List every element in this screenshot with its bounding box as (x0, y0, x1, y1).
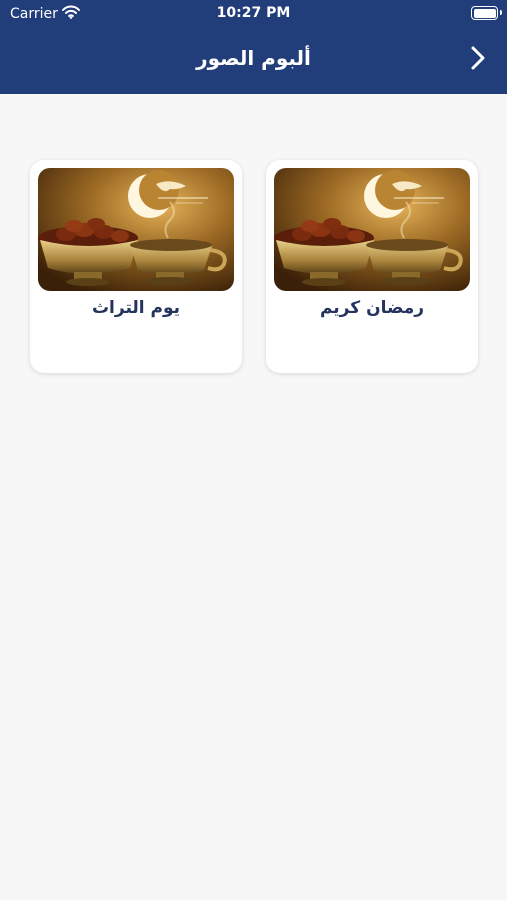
chevron-right-icon (470, 45, 486, 75)
album-card[interactable]: يوم التراث (30, 160, 242, 373)
album-grid: رمضان كريم يوم التراث (30, 160, 478, 373)
back-button[interactable] (463, 44, 493, 76)
album-cover-image (38, 168, 234, 291)
status-bar: Carrier 10:27 PM (0, 0, 507, 28)
app-header: Carrier 10:27 PM ألبوم الصور (0, 0, 507, 94)
status-time: 10:27 PM (216, 5, 291, 21)
album-cover-image (274, 168, 470, 291)
album-title: يوم التراث (91, 298, 181, 318)
battery-icon (471, 6, 498, 20)
page-title: ألبوم الصور (196, 46, 311, 70)
album-title: رمضان كريم (319, 298, 425, 318)
battery-level (473, 8, 496, 18)
album-card[interactable]: رمضان كريم (266, 160, 478, 373)
